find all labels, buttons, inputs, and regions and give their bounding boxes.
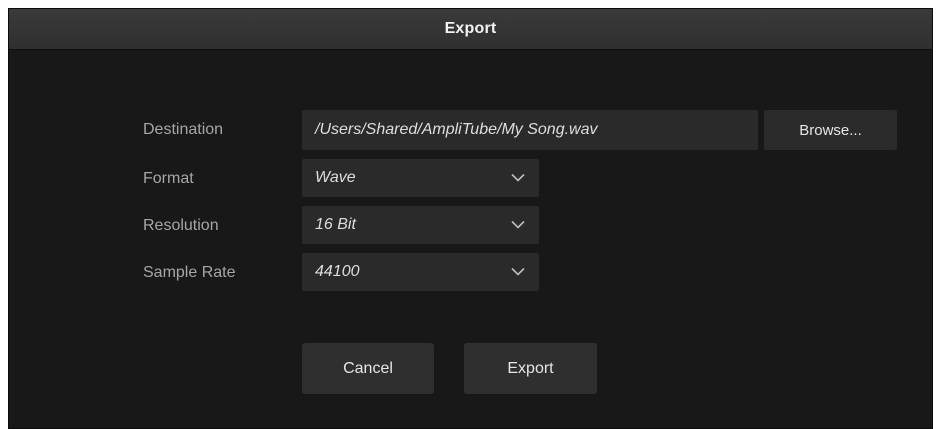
destination-value: /Users/Shared/AmpliTube/My Song.wav (315, 121, 598, 138)
sample-rate-select[interactable]: 44100 (302, 253, 539, 291)
chevron-down-icon (511, 173, 525, 182)
export-button[interactable]: Export (464, 343, 597, 394)
sample-rate-label: Sample Rate (143, 264, 236, 281)
chevron-down-icon (511, 220, 525, 229)
destination-label: Destination (143, 121, 224, 138)
format-value: Wave (315, 169, 356, 186)
chevron-down-icon (511, 267, 525, 276)
export-dialog: Export Destination /Users/Shared/AmpliTu… (8, 8, 933, 429)
format-select[interactable]: Wave (302, 159, 539, 197)
dialog-title: Export (444, 20, 497, 37)
cancel-button[interactable]: Cancel (302, 343, 434, 394)
resolution-value: 16 Bit (315, 216, 356, 233)
resolution-label: Resolution (143, 217, 219, 234)
destination-field[interactable]: /Users/Shared/AmpliTube/My Song.wav (302, 110, 758, 150)
browse-button[interactable]: Browse... (764, 110, 897, 150)
sample-rate-value: 44100 (315, 263, 360, 280)
dialog-titlebar: Export (9, 9, 932, 50)
format-label: Format (143, 170, 194, 187)
resolution-select[interactable]: 16 Bit (302, 206, 539, 244)
